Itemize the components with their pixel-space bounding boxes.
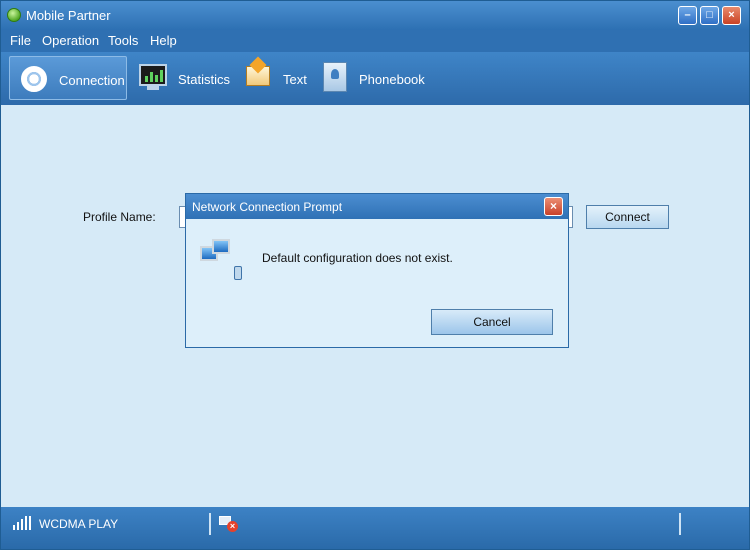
signal-strength-icon — [13, 516, 31, 530]
status-divider — [679, 513, 681, 535]
maximize-button[interactable]: □ — [700, 6, 719, 25]
status-bar: WCDMA PLAY × — [1, 507, 749, 549]
dialog-title-bar[interactable]: Network Connection Prompt × — [186, 194, 568, 219]
status-divider — [209, 513, 211, 535]
tab-connection-label: Connection — [59, 73, 125, 88]
menu-file[interactable]: File — [10, 33, 31, 48]
app-icon — [7, 8, 21, 22]
disconnected-icon: × — [219, 516, 238, 532]
tab-connection[interactable]: Connection — [9, 56, 127, 100]
window-title: Mobile Partner — [26, 8, 111, 23]
network-connection-dialog: Network Connection Prompt × Default conf… — [185, 193, 569, 348]
dialog-close-button[interactable]: × — [544, 197, 563, 216]
phonebook-icon — [323, 62, 347, 92]
tab-statistics-label: Statistics — [178, 72, 231, 87]
network-computers-icon — [200, 238, 244, 282]
dialog-title: Network Connection Prompt — [192, 200, 343, 214]
tab-phonebook-label: Phonebook — [359, 72, 425, 87]
tab-text[interactable]: Text — [246, 56, 314, 100]
menu-bar: File Operation Tools Help — [1, 30, 749, 52]
tab-statistics[interactable]: Statistics — [139, 56, 239, 100]
minimize-button[interactable]: – — [678, 6, 697, 25]
close-button[interactable]: × — [722, 6, 741, 25]
tab-phonebook[interactable]: Phonebook — [323, 56, 433, 100]
toolbar: Connection Statistics Text Phonebook — [1, 52, 749, 106]
tab-text-label: Text — [283, 72, 307, 87]
connection-icon — [21, 66, 47, 92]
title-bar[interactable]: Mobile Partner – □ × — [1, 1, 749, 30]
menu-tools[interactable]: Tools — [108, 33, 138, 48]
network-status: WCDMA PLAY — [39, 517, 119, 531]
profile-name-label: Profile Name: — [83, 210, 156, 224]
dialog-message: Default configuration does not exist. — [262, 251, 453, 265]
cancel-button[interactable]: Cancel — [431, 309, 553, 335]
menu-operation[interactable]: Operation — [42, 33, 99, 48]
statistics-icon — [139, 64, 167, 86]
main-window: Mobile Partner – □ × File Operation Tool… — [0, 0, 750, 550]
connect-button[interactable]: Connect — [586, 205, 669, 229]
text-envelope-icon — [246, 66, 270, 86]
menu-help[interactable]: Help — [150, 33, 177, 48]
